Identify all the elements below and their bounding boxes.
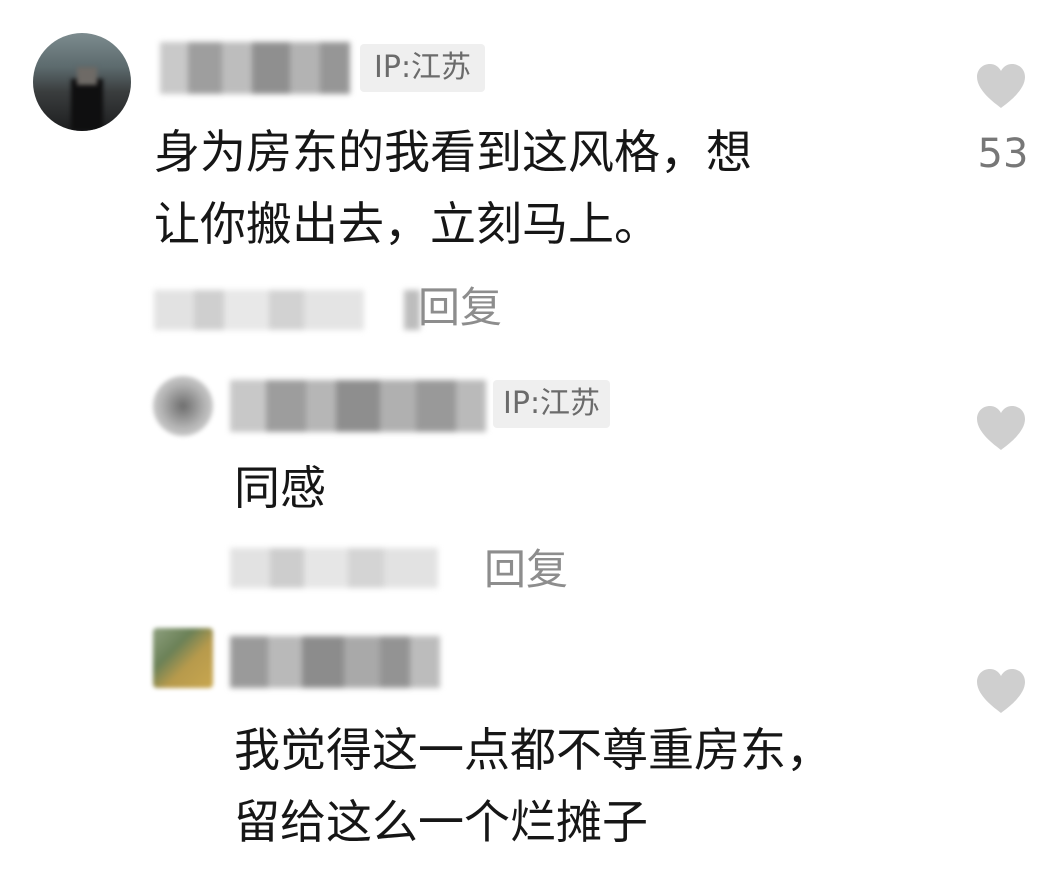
reply-text: 我觉得这一点都不尊重房东， 留给这么一个烂摊子 (234, 723, 832, 849)
reply-avatar[interactable] (153, 376, 213, 436)
reply-button[interactable]: 回复 (418, 280, 502, 336)
reply-timestamp-blurred (230, 548, 438, 588)
comment-username-blurred[interactable] (160, 42, 350, 94)
comment-timestamp-blurred (154, 290, 364, 330)
heart-icon[interactable] (975, 405, 1027, 451)
reply-username-blurred[interactable] (230, 636, 440, 688)
reply-avatar[interactable] (153, 628, 213, 688)
heart-icon[interactable] (975, 63, 1027, 109)
ip-location-badge: IP:江苏 (360, 44, 486, 92)
reply-text: 同感 (234, 461, 326, 515)
ip-location-badge: IP:江苏 (493, 380, 611, 428)
comment-text: 身为房东的我看到这风格，想 让你搬出去，立刻马上。 (154, 125, 752, 251)
like-count: 53 (977, 131, 1029, 177)
heart-icon[interactable] (975, 668, 1027, 714)
comment-avatar[interactable] (33, 33, 131, 131)
reply-button[interactable]: 回复 (484, 542, 568, 598)
reply-username-blurred[interactable] (230, 380, 486, 432)
